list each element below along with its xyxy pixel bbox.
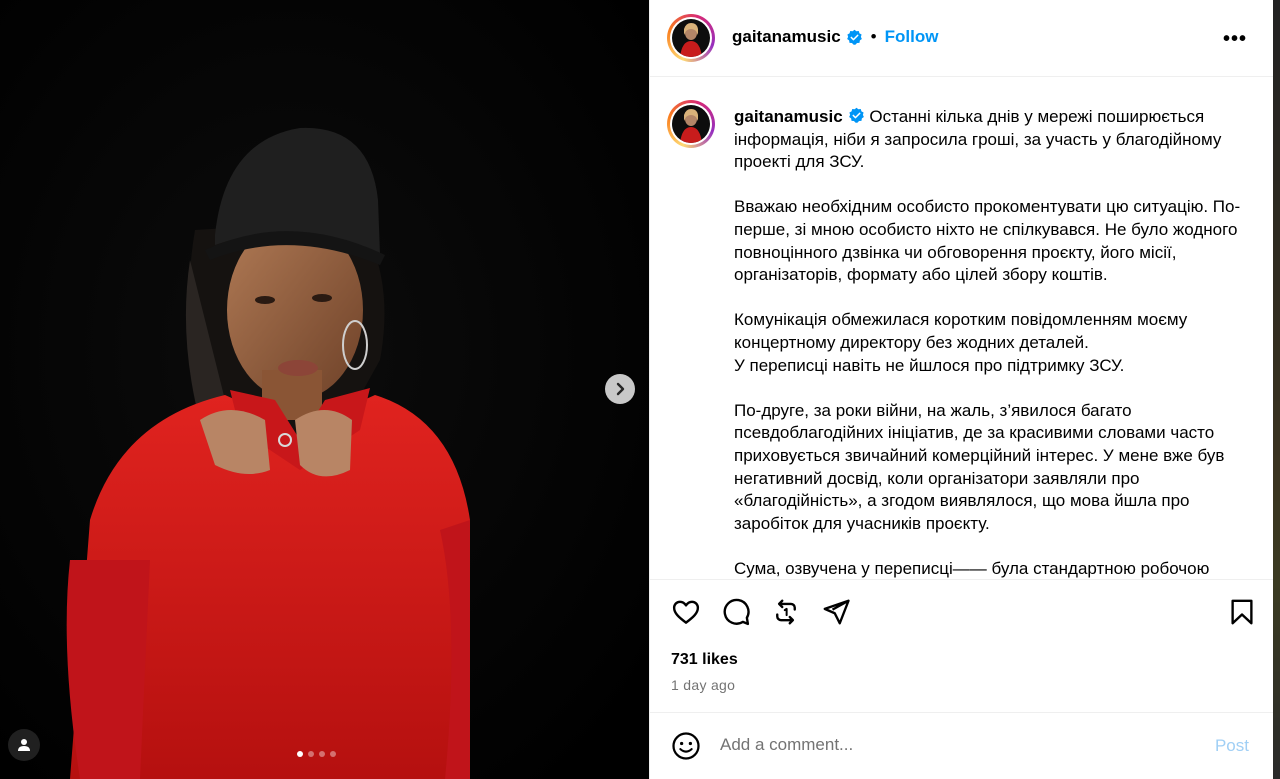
save-button[interactable]	[1227, 597, 1257, 632]
caption-paragraph: По-друге, за роки війни, на жаль, з’явил…	[734, 400, 1225, 533]
verified-badge-icon	[848, 107, 864, 123]
post-header: gaitanamusic • Follow •••	[650, 0, 1273, 77]
carousel-dot	[308, 751, 314, 757]
action-bar	[650, 597, 1273, 631]
caption-area[interactable]: gaitanamusic Останні кілька днів у мереж…	[650, 78, 1273, 580]
carousel-dot	[330, 751, 336, 757]
caption-text: gaitanamusic Останні кілька днів у мереж…	[734, 106, 1264, 579]
post-details-panel: gaitanamusic • Follow ••• gaitanamusic О…	[649, 0, 1273, 779]
likes-count[interactable]: 731 likes	[671, 651, 738, 669]
post-comment-button[interactable]: Post	[1215, 736, 1249, 756]
post-media	[0, 0, 649, 779]
heart-icon	[672, 600, 700, 624]
header-user-row: gaitanamusic • Follow	[732, 27, 938, 47]
caption-paragraph: Комунікація обмежилася коротким повідомл…	[734, 310, 1188, 375]
repost-button[interactable]	[771, 597, 801, 632]
verified-badge-icon	[846, 29, 862, 45]
more-options-button[interactable]: •••	[1223, 28, 1247, 51]
carousel-dot	[297, 751, 303, 757]
share-button[interactable]	[821, 597, 851, 632]
caption-username[interactable]: gaitanamusic	[734, 107, 843, 126]
carousel-indicator	[297, 751, 336, 757]
backdrop-edge	[1272, 0, 1280, 779]
comment-button[interactable]	[721, 597, 751, 632]
carousel-dot	[319, 751, 325, 757]
comment-input[interactable]	[720, 735, 1180, 755]
author-username[interactable]: gaitanamusic	[732, 27, 841, 47]
caption-paragraph: Сума, озвучена у переписці—— була станда…	[734, 558, 1210, 578]
caption-paragraph: gaitanamusic Останні кілька днів у мереж…	[734, 106, 1264, 174]
share-icon	[823, 599, 850, 625]
user-tag-icon	[18, 739, 30, 751]
emoji-button[interactable]	[671, 731, 701, 766]
chevron-right-icon	[616, 382, 625, 396]
user-tags-button[interactable]	[8, 729, 40, 761]
like-button[interactable]	[671, 597, 701, 632]
comment-icon	[723, 598, 750, 626]
author-avatar[interactable]	[667, 14, 715, 62]
bookmark-icon	[1231, 599, 1253, 625]
next-slide-button[interactable]	[605, 374, 635, 404]
caption-avatar[interactable]	[667, 100, 715, 148]
emoji-icon	[672, 732, 700, 760]
post-timestamp[interactable]: 1 day ago	[671, 677, 735, 693]
comment-bar: Post	[650, 712, 1273, 779]
repost-icon	[776, 599, 796, 625]
header-separator: •	[870, 27, 877, 46]
caption-paragraph: Вважаю необхідним особисто прокоментуват…	[734, 197, 1241, 285]
more-icon: •••	[1222, 28, 1247, 50]
follow-button[interactable]: Follow	[885, 27, 939, 47]
post-photo	[0, 0, 649, 779]
